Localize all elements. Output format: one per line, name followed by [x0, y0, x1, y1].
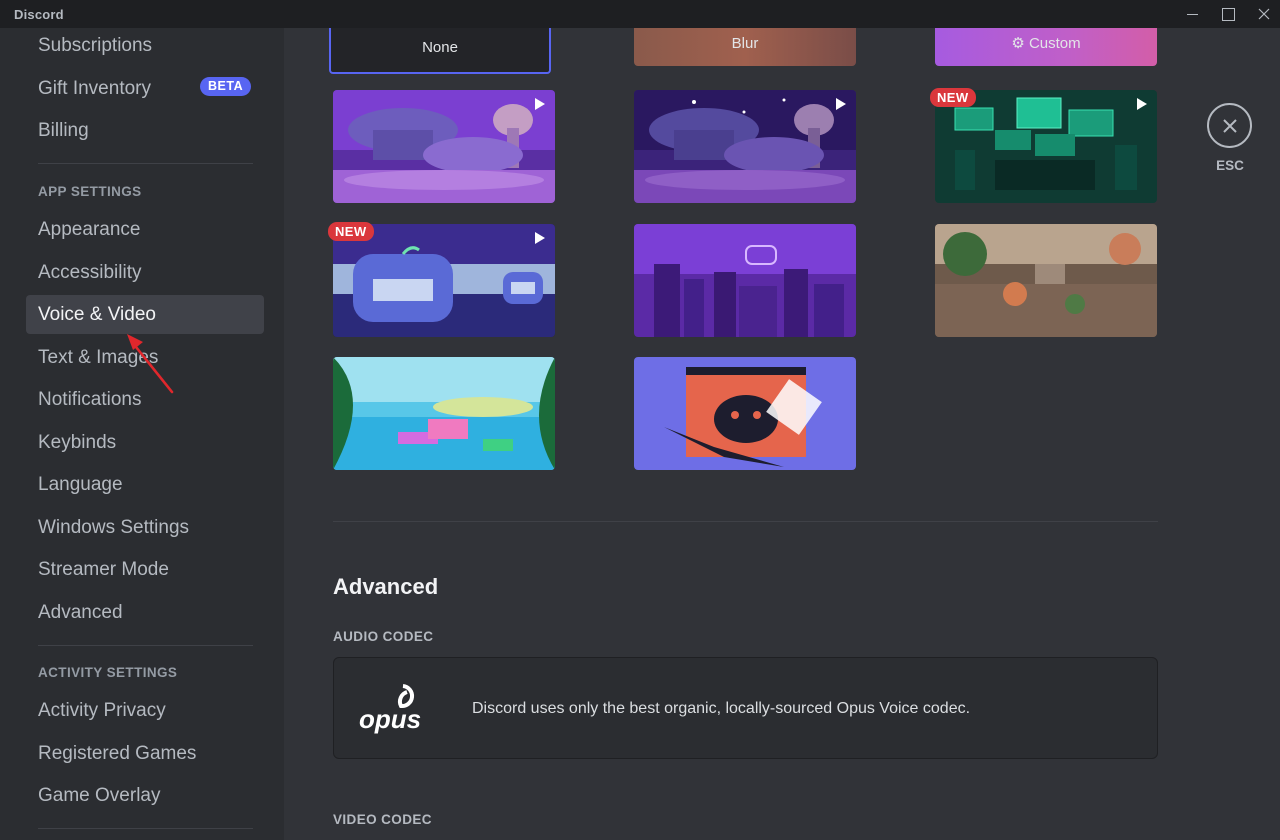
sidebar-item-label: Appearance: [38, 218, 141, 240]
sidebar-item-activity-privacy[interactable]: Activity Privacy: [26, 691, 264, 730]
background-plaza[interactable]: [935, 224, 1157, 337]
sidebar-item-label: Subscriptions: [38, 34, 153, 56]
new-badge: NEW: [930, 88, 976, 107]
sidebar-separator: [38, 645, 253, 646]
sidebar-item-label: Registered Games: [38, 742, 197, 764]
background-retro-music[interactable]: [634, 357, 856, 470]
sidebar-item-label: Accessibility: [38, 261, 142, 283]
background-thumbnail: [333, 357, 555, 470]
app-settings-header: APP SETTINGS: [38, 184, 142, 199]
background-custom-label: Custom: [1028, 34, 1081, 52]
background-mushroom-night[interactable]: [634, 90, 856, 203]
sidebar-item-windows-settings[interactable]: Windows Settings: [26, 508, 264, 547]
sidebar-item-billing[interactable]: Billing: [26, 111, 264, 150]
section-divider: [333, 521, 1158, 522]
opus-logo-icon: opus: [359, 684, 421, 734]
sidebar-item-subscriptions[interactable]: Subscriptions: [26, 28, 264, 65]
settings-sidebar: Subscriptions Gift Inventory BETA Billin…: [0, 28, 284, 840]
advanced-title: Advanced: [333, 574, 439, 599]
annotation-arrow: [127, 334, 174, 394]
minimize-button[interactable]: [1172, 0, 1212, 28]
background-thumbnail: [634, 224, 856, 337]
sidebar-item-label: Voice & Video: [38, 303, 156, 325]
sidebar-item-streamer-mode[interactable]: Streamer Mode: [26, 550, 264, 589]
sidebar-item-label: Activity Privacy: [38, 699, 166, 721]
background-thumbnail: [333, 90, 555, 203]
background-thumbnail: [935, 224, 1157, 337]
title-bar: Discord: [0, 0, 1280, 28]
esc-close: ESC: [1207, 103, 1253, 173]
background-blur-label: Blur: [731, 34, 759, 52]
background-thumbnail: [634, 357, 856, 470]
close-icon: [1222, 118, 1237, 133]
play-icon: [836, 98, 846, 110]
discord-window: Discord Subscriptions Gift Inventory BET…: [0, 0, 1280, 840]
play-icon: [1137, 98, 1147, 110]
sidebar-item-label: Language: [38, 473, 123, 495]
maximize-button[interactable]: [1208, 0, 1248, 28]
background-custom[interactable]: ⚙ Custom: [935, 28, 1157, 66]
opus-logo-text: opus: [359, 704, 421, 734]
sidebar-item-accessibility[interactable]: Accessibility: [26, 253, 264, 292]
esc-button[interactable]: [1207, 103, 1252, 148]
sidebar-item-label: Streamer Mode: [38, 558, 169, 580]
sidebar-item-language[interactable]: Language: [26, 465, 264, 504]
audio-codec-header: AUDIO CODEC: [333, 629, 434, 644]
sidebar-separator: [38, 828, 253, 829]
background-neon-city[interactable]: [634, 224, 856, 337]
background-none[interactable]: None: [329, 28, 551, 74]
sidebar-item-advanced[interactable]: Advanced: [26, 593, 264, 632]
voice-video-settings: None Blur ⚙ Custom NEW NEW Advanced AUDI…: [284, 28, 1280, 840]
sidebar-item-keybinds[interactable]: Keybinds: [26, 423, 264, 462]
app-title: Discord: [14, 7, 64, 22]
sidebar-item-gift-inventory[interactable]: Gift Inventory BETA: [26, 69, 264, 108]
close-icon: [1258, 8, 1270, 20]
play-icon: [535, 232, 545, 244]
audio-codec-description: Discord uses only the best organic, loca…: [472, 700, 971, 717]
sidebar-separator: [38, 163, 253, 164]
sidebar-item-label: Advanced: [38, 601, 123, 623]
background-mushroom-forest[interactable]: [333, 90, 555, 203]
background-thumbnail: [333, 224, 555, 337]
background-tropical-island[interactable]: [333, 357, 555, 470]
background-blur[interactable]: Blur: [634, 28, 856, 66]
background-control-room[interactable]: NEW: [930, 88, 1157, 203]
sidebar-item-appearance[interactable]: Appearance: [26, 210, 264, 249]
background-blob-ice[interactable]: NEW: [328, 222, 555, 337]
activity-settings-header: ACTIVITY SETTINGS: [38, 665, 178, 680]
background-thumbnail: [634, 90, 856, 203]
sidebar-item-game-overlay[interactable]: Game Overlay: [26, 776, 264, 815]
sidebar-item-label: Billing: [38, 119, 89, 141]
play-icon: [535, 98, 545, 110]
beta-badge: BETA: [200, 77, 252, 96]
sidebar-item-label: Keybinds: [38, 431, 117, 453]
sidebar-item-registered-games[interactable]: Registered Games: [26, 734, 264, 773]
new-badge: NEW: [328, 222, 374, 241]
background-none-label: None: [422, 38, 458, 56]
custom-icon: ⚙: [1011, 35, 1029, 52]
close-window-button[interactable]: [1244, 0, 1280, 28]
background-thumbnail: [935, 90, 1157, 203]
esc-label: ESC: [1216, 158, 1244, 173]
audio-codec-card: opus Discord uses only the best organic,…: [333, 657, 1158, 759]
sidebar-item-label: Gift Inventory: [38, 77, 151, 99]
sidebar-item-label: Game Overlay: [38, 784, 161, 806]
sidebar-item-label: Windows Settings: [38, 516, 190, 538]
video-codec-header: VIDEO CODEC: [333, 812, 432, 827]
